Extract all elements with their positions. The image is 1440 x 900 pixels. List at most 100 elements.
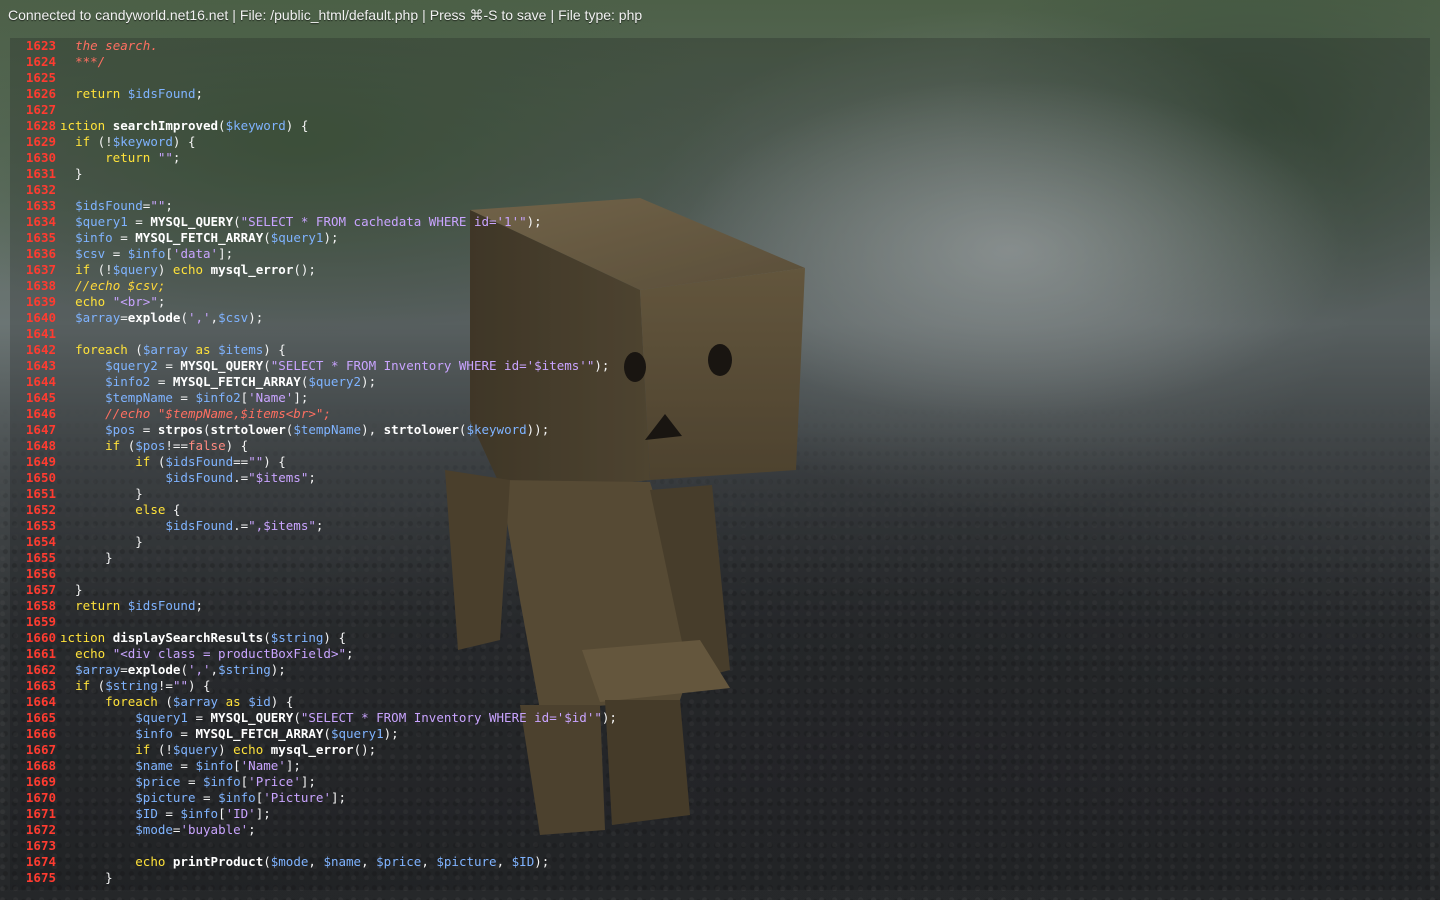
code-line[interactable]: 1644 $info2 = MYSQL_FETCH_ARRAY($query2)… (10, 374, 1430, 390)
code-text[interactable]: foreach ($array as $items) { (60, 342, 1420, 358)
code-line[interactable]: 1647 $pos = strpos(strtolower($tempName)… (10, 422, 1430, 438)
code-line[interactable]: 1669 $price = $info['Price']; (10, 774, 1430, 790)
code-line[interactable]: 1657 } (10, 582, 1430, 598)
code-line[interactable]: 1635 $info = MYSQL_FETCH_ARRAY($query1); (10, 230, 1430, 246)
code-text[interactable]: $query1 = MYSQL_QUERY("SELECT * FROM cac… (60, 214, 1420, 230)
code-line[interactable]: 1670 $picture = $info['Picture']; (10, 790, 1430, 806)
code-line[interactable]: 1643 $query2 = MYSQL_QUERY("SELECT * FRO… (10, 358, 1430, 374)
code-text[interactable] (60, 614, 1420, 630)
code-line[interactable]: 1673 (10, 838, 1430, 854)
code-line[interactable]: 1627 (10, 102, 1430, 118)
code-line[interactable]: 1674 echo printProduct($mode, $name, $pr… (10, 854, 1430, 870)
code-text[interactable]: $idsFound.="$items"; (60, 470, 1420, 486)
code-line[interactable]: 1668 $name = $info['Name']; (10, 758, 1430, 774)
code-line[interactable]: 1653 $idsFound.=",$items"; (10, 518, 1430, 534)
code-line[interactable]: 1636 $csv = $info['data']; (10, 246, 1430, 262)
code-text[interactable]: $info = MYSQL_FETCH_ARRAY($query1); (60, 230, 1420, 246)
code-line[interactable]: 1642 foreach ($array as $items) { (10, 342, 1430, 358)
code-line[interactable]: 1645 $tempName = $info2['Name']; (10, 390, 1430, 406)
code-line[interactable]: 1658 return $idsFound; (10, 598, 1430, 614)
code-text[interactable]: return $idsFound; (60, 598, 1420, 614)
code-text[interactable]: ıction displaySearchResults($string) { (60, 630, 1420, 646)
code-text[interactable]: //echo $csv; (60, 278, 1420, 294)
code-line[interactable]: 1632 (10, 182, 1430, 198)
code-text[interactable]: $array=explode(',',$string); (60, 662, 1420, 678)
code-text[interactable]: $ID = $info['ID']; (60, 806, 1420, 822)
code-text[interactable]: //echo "$tempName,$items<br>"; (60, 406, 1420, 422)
code-line[interactable]: 1671 $ID = $info['ID']; (10, 806, 1430, 822)
code-line[interactable]: 1624 ***/ (10, 54, 1430, 70)
code-line[interactable]: 1665 $query1 = MYSQL_QUERY("SELECT * FRO… (10, 710, 1430, 726)
code-line[interactable]: 1652 else { (10, 502, 1430, 518)
code-text[interactable]: $array=explode(',',$csv); (60, 310, 1420, 326)
code-line[interactable]: 1666 $info = MYSQL_FETCH_ARRAY($query1); (10, 726, 1430, 742)
code-line[interactable]: 1646 //echo "$tempName,$items<br>"; (10, 406, 1430, 422)
code-text[interactable]: return ""; (60, 150, 1420, 166)
code-line[interactable]: 1630 return ""; (10, 150, 1430, 166)
code-text[interactable]: if ($idsFound=="") { (60, 454, 1420, 470)
code-area[interactable]: 1623 the search. 1624 ***/1625 1626 return… (10, 38, 1430, 886)
code-text[interactable]: $info = MYSQL_FETCH_ARRAY($query1); (60, 726, 1420, 742)
code-line[interactable]: 1634 $query1 = MYSQL_QUERY("SELECT * FRO… (10, 214, 1430, 230)
code-text[interactable]: } (60, 486, 1420, 502)
code-line[interactable]: 1641 (10, 326, 1430, 342)
code-text[interactable]: $idsFound=""; (60, 198, 1420, 214)
code-text[interactable]: echo "<br>"; (60, 294, 1420, 310)
code-text[interactable]: ıction searchImproved($keyword) { (60, 118, 1420, 134)
code-text[interactable]: } (60, 550, 1420, 566)
code-line[interactable]: 1629 if (!$keyword) { (10, 134, 1430, 150)
code-line[interactable]: 1672 $mode='buyable'; (10, 822, 1430, 838)
code-text[interactable]: return $idsFound; (60, 86, 1420, 102)
code-line[interactable]: 1623 the search. (10, 38, 1430, 54)
code-text[interactable]: echo "<div class = productBoxField>"; (60, 646, 1420, 662)
code-editor[interactable]: 1623 the search. 1624 ***/1625 1626 return… (10, 38, 1430, 890)
code-text[interactable] (60, 838, 1420, 854)
code-text[interactable]: $mode='buyable'; (60, 822, 1420, 838)
code-line[interactable]: 1654 } (10, 534, 1430, 550)
code-text[interactable]: $tempName = $info2['Name']; (60, 390, 1420, 406)
code-text[interactable]: } (60, 582, 1420, 598)
code-text[interactable]: $csv = $info['data']; (60, 246, 1420, 262)
code-line[interactable]: 1660 ıction displaySearchResults($string)… (10, 630, 1430, 646)
code-line[interactable]: 1662 $array=explode(',',$string); (10, 662, 1430, 678)
code-text[interactable]: $query2 = MYSQL_QUERY("SELECT * FROM Inv… (60, 358, 1420, 374)
code-line[interactable]: 1651 } (10, 486, 1430, 502)
code-text[interactable] (60, 70, 1420, 86)
code-line[interactable]: 1628 ıction searchImproved($keyword) { (10, 118, 1430, 134)
code-text[interactable]: ***/ (60, 54, 1420, 70)
code-text[interactable]: $picture = $info['Picture']; (60, 790, 1420, 806)
code-line[interactable]: 1638 //echo $csv; (10, 278, 1430, 294)
code-text[interactable]: } (60, 166, 1420, 182)
code-line[interactable]: 1631 } (10, 166, 1430, 182)
code-line[interactable]: 1639 echo "<br>"; (10, 294, 1430, 310)
code-text[interactable]: } (60, 534, 1420, 550)
code-text[interactable]: if (!$query) echo mysql_error(); (60, 262, 1420, 278)
code-line[interactable]: 1667 if (!$query) echo mysql_error(); (10, 742, 1430, 758)
code-text[interactable]: if (!$query) echo mysql_error(); (60, 742, 1420, 758)
code-text[interactable]: $info2 = MYSQL_FETCH_ARRAY($query2); (60, 374, 1420, 390)
code-line[interactable]: 1663 if ($string!="") { (10, 678, 1430, 694)
code-line[interactable]: 1637 if (!$query) echo mysql_error(); (10, 262, 1430, 278)
code-text[interactable]: echo printProduct($mode, $name, $price, … (60, 854, 1420, 870)
code-line[interactable]: 1650 $idsFound.="$items"; (10, 470, 1430, 486)
code-line[interactable]: 1664 foreach ($array as $id) { (10, 694, 1430, 710)
code-text[interactable]: $idsFound.=",$items"; (60, 518, 1420, 534)
code-line[interactable]: 1626 return $idsFound; (10, 86, 1430, 102)
code-line[interactable]: 1640 $array=explode(',',$csv); (10, 310, 1430, 326)
code-text[interactable] (60, 566, 1420, 582)
code-line[interactable]: 1655 } (10, 550, 1430, 566)
code-text[interactable]: } (60, 870, 1420, 886)
code-text[interactable]: $name = $info['Name']; (60, 758, 1420, 774)
code-line[interactable]: 1633 $idsFound=""; (10, 198, 1430, 214)
code-text[interactable]: if ($string!="") { (60, 678, 1420, 694)
code-text[interactable]: if ($pos!==false) { (60, 438, 1420, 454)
code-text[interactable] (60, 326, 1420, 342)
code-text[interactable] (60, 102, 1420, 118)
code-line[interactable]: 1648 if ($pos!==false) { (10, 438, 1430, 454)
code-line[interactable]: 1625 (10, 70, 1430, 86)
code-line[interactable]: 1675 } (10, 870, 1430, 886)
code-text[interactable]: $price = $info['Price']; (60, 774, 1420, 790)
code-text[interactable]: the search. (60, 38, 1420, 54)
code-text[interactable]: else { (60, 502, 1420, 518)
code-line[interactable]: 1656 (10, 566, 1430, 582)
